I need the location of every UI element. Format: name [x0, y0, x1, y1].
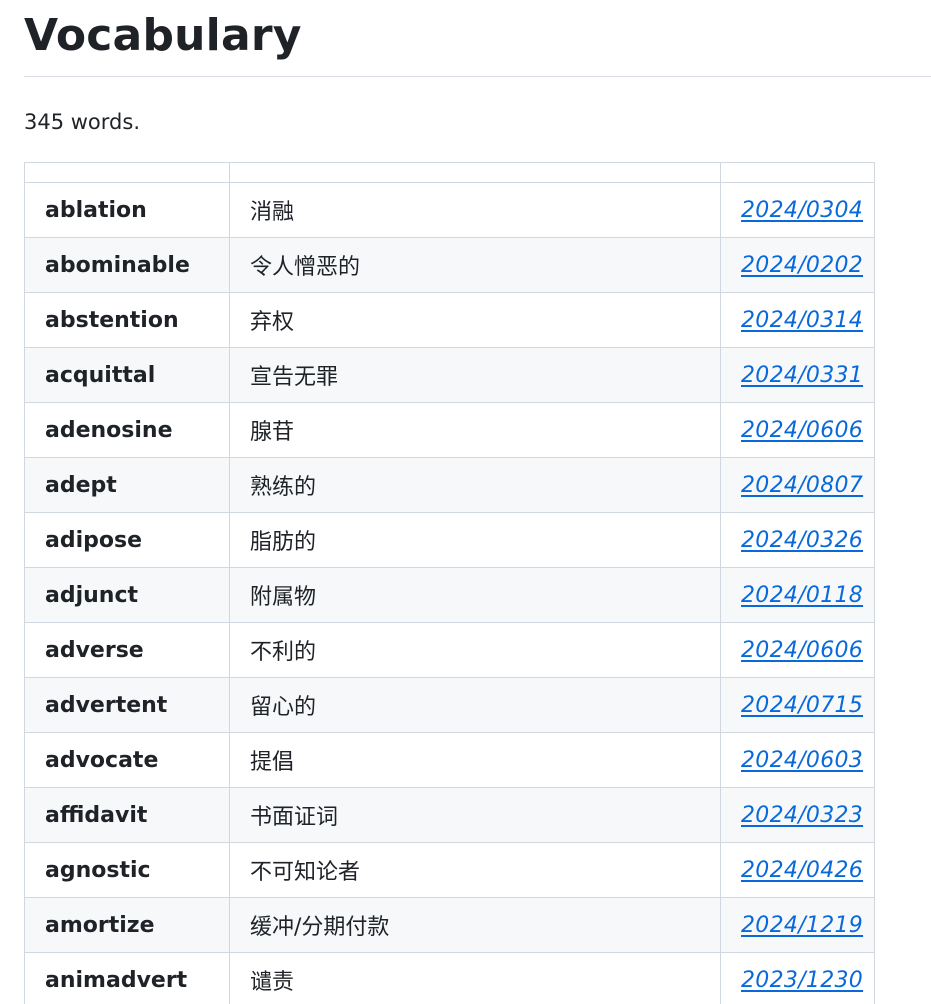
vocabulary-table: ablation 消融 2024/0304 abominable 令人憎恶的 2024/0… — [24, 162, 875, 1004]
table-row: agnostic 不可知论者 2024/0426 — [24, 842, 875, 898]
header-row — [24, 162, 875, 183]
table-row: acquittal 宣告无罪 2024/0331 — [24, 347, 875, 403]
word-cell: ablation — [24, 182, 230, 238]
table-row: adverse 不利的 2024/0606 — [24, 622, 875, 678]
date-link[interactable]: 2024/0202 — [741, 253, 863, 278]
table-row: adenosine 腺苷 2024/0606 — [24, 402, 875, 458]
date-link[interactable]: 2024/0323 — [741, 803, 863, 828]
date-cell: 2024/1219 — [720, 897, 875, 953]
date-cell: 2024/0202 — [720, 237, 875, 293]
header-word — [24, 162, 230, 183]
date-cell: 2024/0606 — [720, 622, 875, 678]
table-row: animadvert 谴责 2023/1230 — [24, 952, 875, 1004]
meaning-cell: 脂肪的 — [229, 512, 721, 568]
header-date — [720, 162, 875, 183]
title-divider — [24, 76, 931, 77]
table-row: adept 熟练的 2024/0807 — [24, 457, 875, 513]
table-row: abominable 令人憎恶的 2024/0202 — [24, 237, 875, 293]
word-count: 345 words. — [24, 110, 140, 134]
date-cell: 2024/0606 — [720, 402, 875, 458]
word-cell: advertent — [24, 677, 230, 733]
table-row: ablation 消融 2024/0304 — [24, 182, 875, 238]
table-header — [24, 162, 875, 183]
word-cell: amortize — [24, 897, 230, 953]
table-row: advertent 留心的 2024/0715 — [24, 677, 875, 733]
word-cell: adenosine — [24, 402, 230, 458]
meaning-cell: 腺苷 — [229, 402, 721, 458]
date-cell: 2024/0314 — [720, 292, 875, 348]
table-body: ablation 消融 2024/0304 abominable 令人憎恶的 2024/0… — [24, 182, 875, 1004]
date-cell: 2024/0304 — [720, 182, 875, 238]
word-cell: advocate — [24, 732, 230, 788]
word-cell: adept — [24, 457, 230, 513]
meaning-cell: 附属物 — [229, 567, 721, 623]
date-cell: 2023/1230 — [720, 952, 875, 1004]
table-row: adipose 脂肪的 2024/0326 — [24, 512, 875, 568]
date-link[interactable]: 2024/0304 — [741, 198, 863, 223]
date-cell: 2024/0426 — [720, 842, 875, 898]
date-link[interactable]: 2024/0326 — [741, 528, 863, 553]
meaning-cell: 令人憎恶的 — [229, 237, 721, 293]
date-cell: 2024/0807 — [720, 457, 875, 513]
date-link[interactable]: 2023/1230 — [741, 968, 863, 993]
table-row: affidavit 书面证词 2024/0323 — [24, 787, 875, 843]
table-row: adjunct 附属物 2024/0118 — [24, 567, 875, 623]
date-link[interactable]: 2024/0314 — [741, 308, 863, 333]
date-link[interactable]: 2024/0715 — [741, 693, 863, 718]
date-link[interactable]: 2024/0426 — [741, 858, 863, 883]
date-cell: 2024/0603 — [720, 732, 875, 788]
table-row: amortize 缓冲/分期付款 2024/1219 — [24, 897, 875, 953]
meaning-cell: 提倡 — [229, 732, 721, 788]
date-link[interactable]: 2024/0606 — [741, 418, 863, 443]
date-cell: 2024/0326 — [720, 512, 875, 568]
meaning-cell: 弃权 — [229, 292, 721, 348]
meaning-cell: 谴责 — [229, 952, 721, 1004]
meaning-cell: 不利的 — [229, 622, 721, 678]
date-cell: 2024/0331 — [720, 347, 875, 403]
page-title: Vocabulary — [24, 10, 302, 61]
table-row: abstention 弃权 2024/0314 — [24, 292, 875, 348]
meaning-cell: 缓冲/分期付款 — [229, 897, 721, 953]
date-link[interactable]: 2024/0807 — [741, 473, 863, 498]
word-cell: agnostic — [24, 842, 230, 898]
word-cell: adjunct — [24, 567, 230, 623]
meaning-cell: 熟练的 — [229, 457, 721, 513]
meaning-cell: 不可知论者 — [229, 842, 721, 898]
meaning-cell: 宣告无罪 — [229, 347, 721, 403]
table-row: advocate 提倡 2024/0603 — [24, 732, 875, 788]
word-cell: animadvert — [24, 952, 230, 1004]
header-meaning — [229, 162, 721, 183]
date-link[interactable]: 2024/0606 — [741, 638, 863, 663]
word-cell: adipose — [24, 512, 230, 568]
word-cell: affidavit — [24, 787, 230, 843]
meaning-cell: 书面证词 — [229, 787, 721, 843]
word-cell: abominable — [24, 237, 230, 293]
date-link[interactable]: 2024/0118 — [741, 583, 863, 608]
date-link[interactable]: 2024/1219 — [741, 913, 863, 938]
date-cell: 2024/0323 — [720, 787, 875, 843]
date-cell: 2024/0715 — [720, 677, 875, 733]
word-cell: acquittal — [24, 347, 230, 403]
page: Vocabulary 345 words. ablation 消融 2024/030… — [0, 0, 931, 1004]
date-link[interactable]: 2024/0331 — [741, 363, 863, 388]
meaning-cell: 消融 — [229, 182, 721, 238]
date-cell: 2024/0118 — [720, 567, 875, 623]
word-cell: adverse — [24, 622, 230, 678]
meaning-cell: 留心的 — [229, 677, 721, 733]
date-link[interactable]: 2024/0603 — [741, 748, 863, 773]
word-cell: abstention — [24, 292, 230, 348]
